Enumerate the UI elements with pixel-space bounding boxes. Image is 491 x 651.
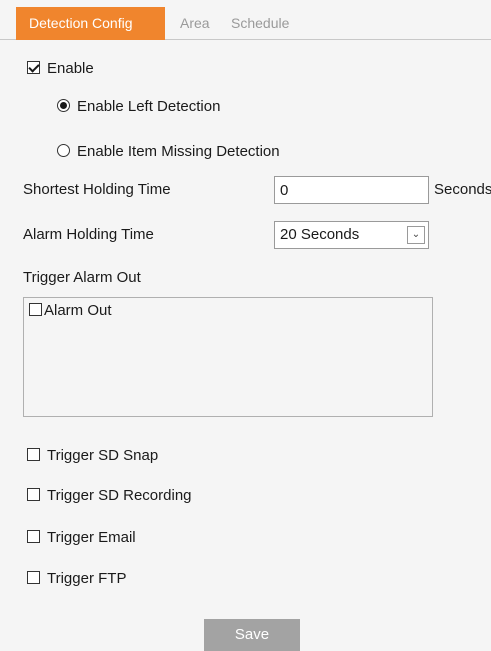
trigger-ftp-label: Trigger FTP [47,570,127,587]
chevron-down-icon[interactable]: ⌄ [407,226,425,244]
alarm-out-item[interactable]: Alarm Out [29,302,112,319]
enable-option[interactable]: Enable [27,60,94,77]
enable-checkbox[interactable] [27,61,40,74]
left-detection-radio[interactable] [57,99,70,112]
left-detection-label: Enable Left Detection [77,98,221,115]
trigger-ftp-checkbox[interactable] [27,571,40,584]
trigger-sd-recording-label: Trigger SD Recording [47,487,192,504]
mode-item-missing[interactable]: Enable Item Missing Detection [57,143,280,160]
tab-schedule[interactable]: Schedule [231,7,289,40]
tab-area[interactable]: Area [180,7,210,40]
trigger-ftp[interactable]: Trigger FTP [27,570,126,587]
trigger-sd-snap-checkbox[interactable] [27,448,40,461]
item-missing-label: Enable Item Missing Detection [77,143,280,160]
trigger-sd-snap[interactable]: Trigger SD Snap [27,447,158,464]
shortest-holding-label: Shortest Holding Time [23,181,171,198]
trigger-email-label: Trigger Email [47,529,136,546]
save-button[interactable]: Save [204,619,300,651]
trigger-sd-recording-checkbox[interactable] [27,488,40,501]
alarm-holding-value: 20 Seconds [280,226,360,243]
alarm-holding-select[interactable]: 20 Seconds ⌄ [274,221,429,249]
seconds-unit: Seconds [434,181,491,198]
mode-left-detection[interactable]: Enable Left Detection [57,98,220,115]
tab-detection-config[interactable]: Detection Config [16,7,165,40]
trigger-alarm-out-label: Trigger Alarm Out [23,269,141,286]
trigger-email-checkbox[interactable] [27,530,40,543]
trigger-email[interactable]: Trigger Email [27,529,136,546]
alarm-out-list: Alarm Out [23,297,433,417]
item-missing-radio[interactable] [57,144,70,157]
enable-label: Enable [47,60,94,77]
trigger-sd-recording[interactable]: Trigger SD Recording [27,487,192,504]
alarm-holding-label: Alarm Holding Time [23,226,154,243]
alarm-out-checkbox[interactable] [29,303,42,316]
alarm-out-label: Alarm Out [44,302,112,319]
trigger-sd-snap-label: Trigger SD Snap [47,447,159,464]
tab-bar: Detection Config Area Schedule [0,0,491,40]
shortest-holding-input[interactable] [274,176,429,204]
